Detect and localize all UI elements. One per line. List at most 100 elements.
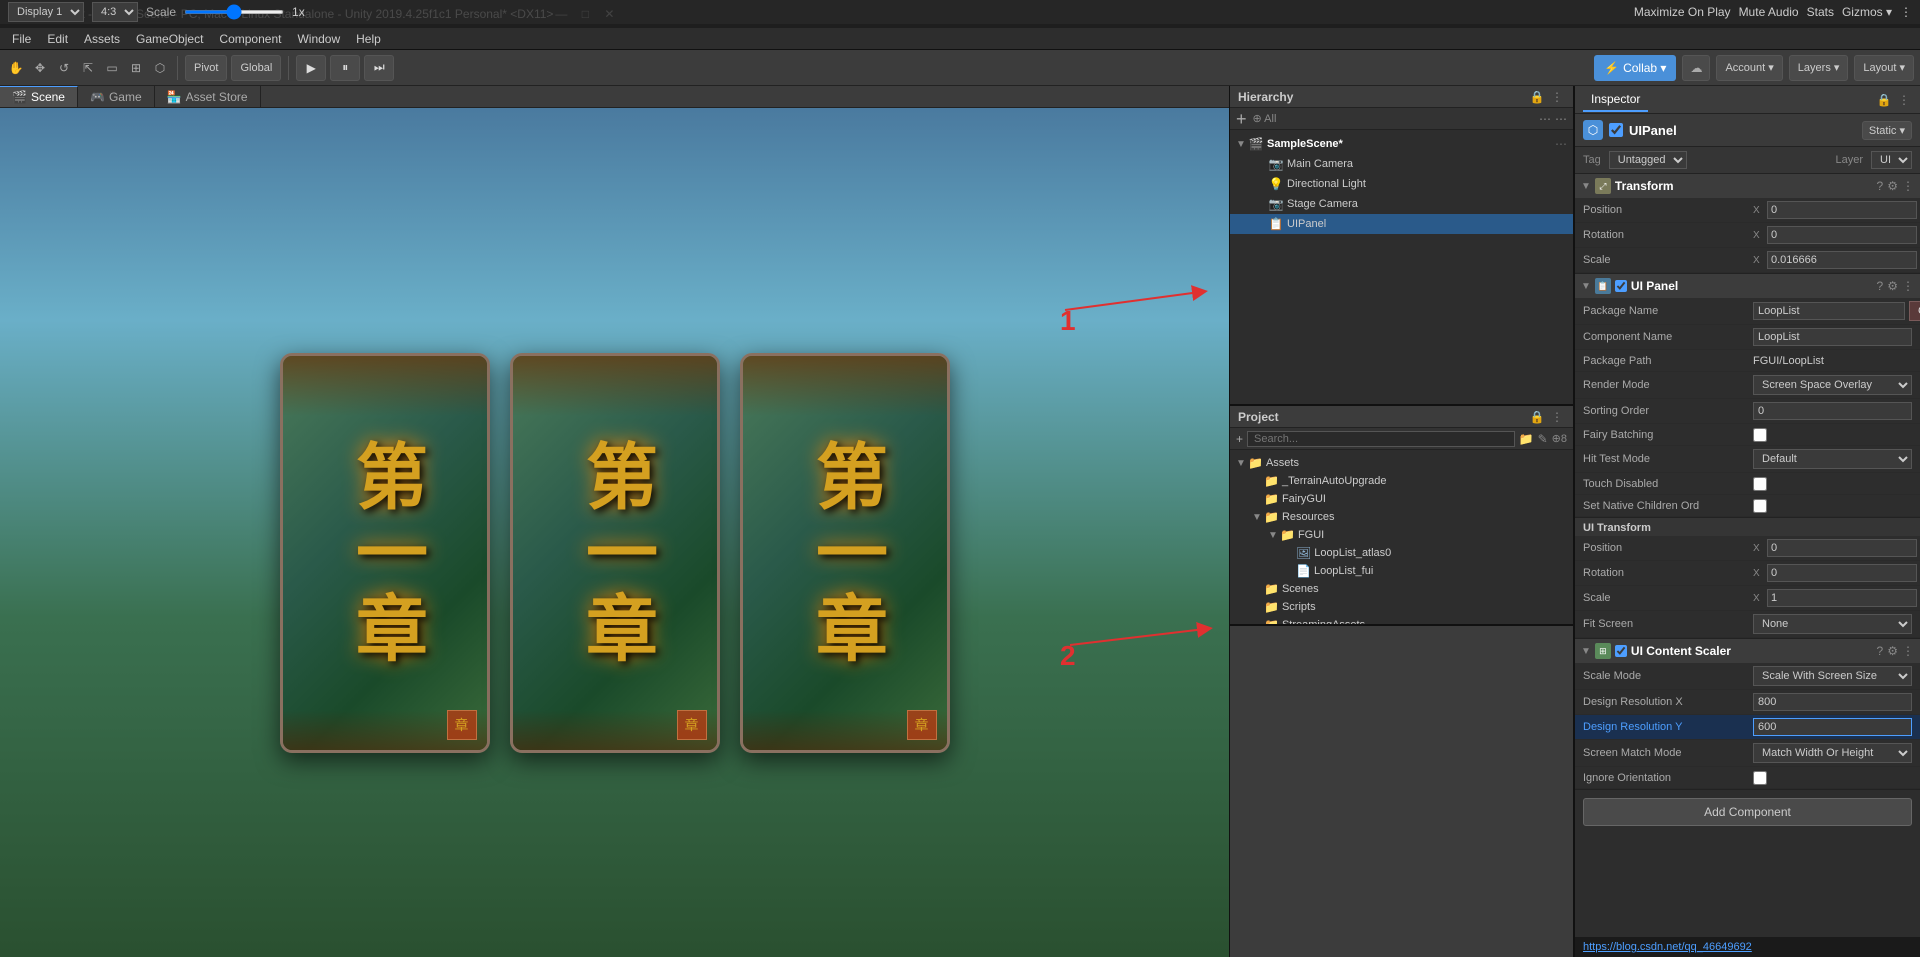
ignore-orient-checkbox[interactable] bbox=[1753, 771, 1767, 785]
tab-asset-store[interactable]: 🏪 Asset Store bbox=[155, 86, 261, 107]
play-btn[interactable]: ▶ bbox=[296, 55, 326, 81]
ui-pos-x-input[interactable] bbox=[1767, 539, 1917, 557]
menu-help[interactable]: Help bbox=[348, 30, 389, 48]
cloud-btn[interactable]: ☁ bbox=[1682, 55, 1710, 81]
ui-content-scaler-header[interactable]: ▼ ⊞ UI Content Scaler ? ⚙ ⋮ bbox=[1575, 639, 1920, 663]
hier-item-dir-light[interactable]: ▶ 💡 Directional Light bbox=[1230, 174, 1573, 194]
pos-x-input[interactable] bbox=[1767, 201, 1917, 219]
scene-menu-icon[interactable]: ⋯ bbox=[1555, 137, 1567, 151]
hier-item-samplescene[interactable]: ▼ 🎬 SampleScene* ⋯ bbox=[1230, 134, 1573, 154]
url-link[interactable]: https://blog.csdn.net/qq_46649692 bbox=[1583, 941, 1752, 953]
proj-streaming[interactable]: ▶ 📁 StreamingAssets bbox=[1230, 616, 1573, 624]
proj-assets[interactable]: ▼ 📁 Assets bbox=[1230, 454, 1573, 472]
hierarchy-lock-icon[interactable]: 🔒 bbox=[1529, 89, 1545, 105]
global-btn[interactable]: Global bbox=[231, 55, 281, 81]
project-add-btn[interactable]: + bbox=[1236, 432, 1243, 446]
project-icon1[interactable]: 📁 bbox=[1519, 432, 1534, 446]
menu-component[interactable]: Component bbox=[211, 30, 289, 48]
set-native-checkbox[interactable] bbox=[1753, 499, 1767, 513]
menu-gameobject[interactable]: GameObject bbox=[128, 30, 211, 48]
design-res-x-input[interactable] bbox=[1753, 693, 1912, 711]
fairy-batching-checkbox[interactable] bbox=[1753, 428, 1767, 442]
hier-item-main-camera[interactable]: ▶ 📷 Main Camera bbox=[1230, 154, 1573, 174]
render-mode-select[interactable]: Screen Space Overlay bbox=[1753, 375, 1912, 395]
menu-assets[interactable]: Assets bbox=[76, 30, 128, 48]
ui-panel-help-icon[interactable]: ? bbox=[1877, 279, 1884, 293]
sorting-order-input[interactable] bbox=[1753, 402, 1912, 420]
account-btn[interactable]: Account ▾ bbox=[1716, 55, 1782, 81]
scaler-help-icon[interactable]: ? bbox=[1877, 644, 1884, 658]
menu-file[interactable]: File bbox=[4, 30, 39, 48]
design-res-y-input[interactable] bbox=[1753, 718, 1912, 736]
project-lock-icon[interactable]: 🔒 bbox=[1529, 409, 1545, 425]
proj-atlas[interactable]: ▶ 🖼 LoopList_atlas0 bbox=[1230, 544, 1573, 562]
inspector-lock-icon[interactable]: 🔒 bbox=[1876, 92, 1892, 108]
layers-btn[interactable]: Layers ▾ bbox=[1789, 55, 1849, 81]
sep2 bbox=[288, 56, 289, 80]
tab-scene[interactable]: 🎬 Scene bbox=[0, 86, 78, 107]
hit-test-select[interactable]: Default bbox=[1753, 449, 1912, 469]
project-more-icon[interactable]: ⋮ bbox=[1549, 409, 1565, 425]
proj-scripts[interactable]: ▶ 📁 Scripts bbox=[1230, 598, 1573, 616]
ui-rot-x-input[interactable] bbox=[1767, 564, 1917, 582]
hier-item-uipanel[interactable]: ▶ 📋 UIPanel bbox=[1230, 214, 1573, 234]
ui-panel-settings-icon[interactable]: ⚙ bbox=[1887, 279, 1898, 293]
object-active-checkbox[interactable] bbox=[1609, 123, 1623, 137]
move-tool-icon[interactable]: ✥ bbox=[30, 58, 50, 78]
step-btn[interactable]: ⏭ bbox=[364, 55, 394, 81]
proj-fgui[interactable]: ▼ 📁 FGUI bbox=[1230, 526, 1573, 544]
transform-tool-icon[interactable]: ⊞ bbox=[126, 58, 146, 78]
layer-select[interactable]: UI bbox=[1871, 151, 1912, 169]
ui-scale-x-input[interactable] bbox=[1767, 589, 1917, 607]
layout-btn[interactable]: Layout ▾ bbox=[1854, 55, 1914, 81]
rect-tool-icon[interactable]: ▭ bbox=[102, 58, 122, 78]
transform-settings-icon[interactable]: ⚙ bbox=[1887, 179, 1898, 193]
hierarchy-more-icon[interactable]: ⋮ bbox=[1549, 89, 1565, 105]
menu-window[interactable]: Window bbox=[289, 30, 348, 48]
proj-terrain[interactable]: ▶ 📁 _TerrainAutoUpgrade bbox=[1230, 472, 1573, 490]
ui-rot-xyz: X Y Z bbox=[1753, 564, 1920, 582]
project-search-input[interactable] bbox=[1247, 431, 1515, 447]
collab-btn[interactable]: ⚡ Collab ▾ bbox=[1594, 55, 1676, 81]
scaler-settings-icon[interactable]: ⚙ bbox=[1887, 644, 1898, 658]
ui-panel-more-icon[interactable]: ⋮ bbox=[1902, 279, 1914, 293]
custom-tool-icon[interactable]: ⬡ bbox=[150, 58, 170, 78]
touch-disabled-checkbox[interactable] bbox=[1753, 477, 1767, 491]
scaler-active-checkbox[interactable] bbox=[1615, 645, 1627, 657]
scale-x-input[interactable] bbox=[1767, 251, 1917, 269]
static-btn[interactable]: Static ▾ bbox=[1862, 121, 1912, 140]
hier-item-stage-camera[interactable]: ▶ 📷 Stage Camera bbox=[1230, 194, 1573, 214]
ui-transform-label: UI Transform bbox=[1575, 518, 1920, 536]
ui-panel-active-checkbox[interactable] bbox=[1615, 280, 1627, 292]
component-name-input[interactable] bbox=[1753, 328, 1912, 346]
screen-match-select[interactable]: Match Width Or Height bbox=[1753, 743, 1912, 763]
clear-btn[interactable]: Clear bbox=[1909, 301, 1920, 321]
pause-btn[interactable]: ⏸ bbox=[330, 55, 360, 81]
proj-fairygui[interactable]: ▶ 📁 FairyGUI bbox=[1230, 490, 1573, 508]
fit-screen-select[interactable]: None bbox=[1753, 614, 1912, 634]
add-component-btn[interactable]: Add Component bbox=[1583, 798, 1912, 826]
inspector-more-icon[interactable]: ⋮ bbox=[1896, 92, 1912, 108]
tab-inspector[interactable]: Inspector bbox=[1583, 88, 1648, 112]
tab-game[interactable]: 🎮 Game bbox=[78, 86, 155, 107]
menu-edit[interactable]: Edit bbox=[39, 30, 76, 48]
package-name-input[interactable] bbox=[1753, 302, 1905, 320]
transform-help-icon[interactable]: ? bbox=[1877, 179, 1884, 193]
scale-mode-select[interactable]: Scale With Screen Size bbox=[1753, 666, 1912, 686]
fairy-folder-icon: 📁 bbox=[1264, 492, 1279, 506]
hand-tool-icon[interactable]: ✋ bbox=[6, 58, 26, 78]
tag-select[interactable]: Untagged bbox=[1609, 151, 1687, 169]
proj-resources[interactable]: ▼ 📁 Resources bbox=[1230, 508, 1573, 526]
proj-scenes[interactable]: ▶ 📁 Scenes bbox=[1230, 580, 1573, 598]
rotate-tool-icon[interactable]: ↺ bbox=[54, 58, 74, 78]
project-icon2[interactable]: ✎ bbox=[1538, 432, 1548, 446]
transform-more-icon[interactable]: ⋮ bbox=[1902, 179, 1914, 193]
transform-header[interactable]: ▼ ⤢ Transform ? ⚙ ⋮ bbox=[1575, 174, 1920, 198]
pivot-btn[interactable]: Pivot bbox=[185, 55, 227, 81]
scaler-more-icon[interactable]: ⋮ bbox=[1902, 644, 1914, 658]
hierarchy-add-btn[interactable]: + bbox=[1236, 110, 1247, 128]
rot-x-input[interactable] bbox=[1767, 226, 1917, 244]
scale-tool-icon[interactable]: ⇱ bbox=[78, 58, 98, 78]
proj-fui[interactable]: ▶ 📄 LoopList_fui bbox=[1230, 562, 1573, 580]
ui-panel-header[interactable]: ▼ 📋 UI Panel ? ⚙ ⋮ bbox=[1575, 274, 1920, 298]
